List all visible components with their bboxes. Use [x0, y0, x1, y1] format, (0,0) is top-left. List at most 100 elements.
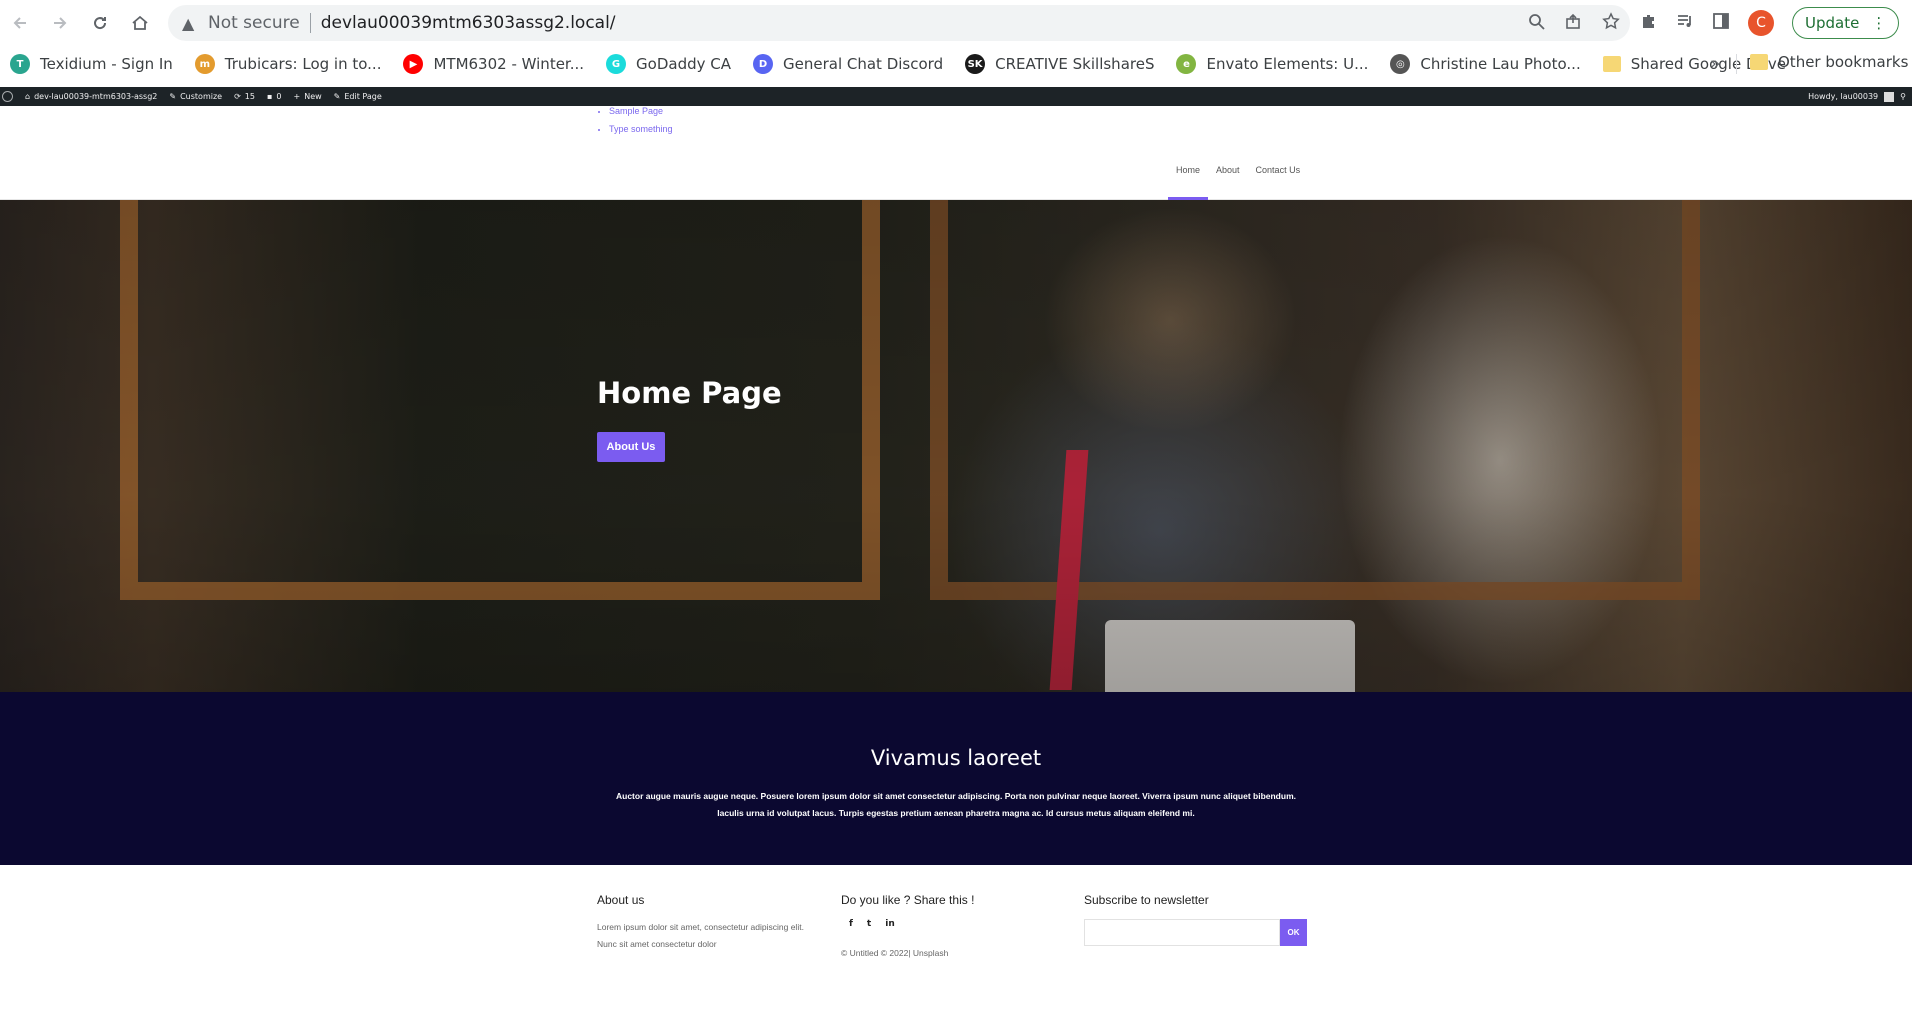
wp-logo-icon[interactable]: [2, 91, 13, 102]
url-text[interactable]: devlau00039mtm6303assg2.local/: [321, 13, 616, 33]
list-item: Sample Page: [609, 106, 673, 117]
zoom-icon[interactable]: [1528, 13, 1545, 34]
media-icon[interactable]: [1676, 12, 1694, 34]
footer-about: About us Lorem ipsum dolor sit amet, con…: [597, 893, 807, 953]
warning-icon: ▲: [182, 13, 195, 33]
twitter-icon[interactable]: t: [867, 919, 871, 929]
back-icon[interactable]: [0, 3, 40, 43]
social-links: f t in: [849, 919, 1051, 929]
bookmark-label: GoDaddy CA: [636, 55, 731, 73]
side-panel-icon[interactable]: [1712, 12, 1730, 34]
bookmark-label: Christine Lau Photo...: [1420, 55, 1581, 73]
bookmarks-overflow-icon[interactable]: »: [1710, 54, 1720, 74]
star-icon[interactable]: [1602, 12, 1620, 34]
wp-site-name: dev-lau00039-mtm6303-assg2: [34, 92, 158, 101]
envato-icon: e: [1176, 54, 1197, 74]
wp-comments-link[interactable]: ▪ 0: [267, 92, 282, 101]
omnibox-separator: [309, 13, 311, 33]
bookmark-label: Texidium - Sign In: [40, 55, 173, 73]
nav-item-home[interactable]: Home: [1168, 162, 1209, 200]
bookmarks-divider: [1736, 54, 1737, 74]
home-icon: ⌂: [25, 92, 31, 101]
bookmark-item[interactable]: ▶ MTM6302 - Winter...: [403, 54, 584, 74]
update-button[interactable]: Update ⋮: [1792, 7, 1900, 39]
bookmark-item[interactable]: ◎ Christine Lau Photo...: [1390, 54, 1581, 74]
footer-share-title: Do you like ? Share this !: [841, 893, 975, 907]
bookmark-label: Trubicars: Log in to...: [224, 55, 382, 73]
footer-about-text: Lorem ipsum dolor sit amet, consectetur …: [597, 922, 804, 949]
newsletter-title: Subscribe to newsletter: [1084, 893, 1209, 907]
bookmark-item[interactable]: T Texidium - Sign In: [10, 54, 173, 74]
folder-icon: [1602, 56, 1621, 72]
footer-about-title: About us: [597, 893, 645, 907]
bookmark-label: CREATIVE SkillshareS: [995, 55, 1155, 73]
wp-customize-label: Customize: [180, 92, 223, 101]
main-nav: Home About Contact Us: [1168, 162, 1308, 200]
wp-new-link[interactable]: + New: [294, 92, 322, 101]
wp-site-link[interactable]: ⌂ dev-lau00039-mtm6303-assg2: [25, 92, 157, 101]
toolbar-right: C Update ⋮: [1640, 0, 1900, 46]
security-label: Not secure: [208, 13, 300, 33]
other-bookmarks[interactable]: Other bookmarks: [1750, 53, 1908, 71]
bookmark-item[interactable]: e Envato Elements: U...: [1176, 54, 1368, 74]
bookmark-item[interactable]: G GoDaddy CA: [606, 54, 731, 74]
wp-account[interactable]: Howdy, lau00039 ⚲: [1808, 87, 1906, 106]
nav-item-about[interactable]: About: [1208, 162, 1248, 200]
wp-customize-link[interactable]: ✎ Customize: [169, 92, 222, 101]
wp-admin-bar: ⌂ dev-lau00039-mtm6303-assg2 ✎ Customize…: [0, 87, 1912, 106]
forward-icon[interactable]: [40, 3, 80, 43]
bookmark-item[interactable]: m Trubicars: Log in to...: [194, 54, 382, 74]
godaddy-icon: G: [606, 54, 627, 74]
nav-item-contact[interactable]: Contact Us: [1248, 162, 1309, 200]
share-icon[interactable]: [1565, 13, 1582, 34]
wp-howdy: Howdy, lau00039: [1808, 92, 1879, 101]
newsletter-form: OK: [1084, 919, 1324, 946]
hero-section: Home Page About Us: [0, 200, 1912, 692]
facebook-icon[interactable]: f: [849, 919, 853, 929]
about-us-button[interactable]: About Us: [597, 432, 665, 462]
browser-toolbar: ▲ Not secure devlau00039mtm6303assg2.loc…: [0, 0, 1912, 46]
page-link-type-something[interactable]: Type something: [609, 124, 673, 134]
list-item: Type something: [609, 124, 673, 135]
wp-updates-count: 15: [244, 92, 255, 101]
wp-comments-count: 0: [276, 92, 282, 101]
bookmarks-bar: T Texidium - Sign In m Trubicars: Log in to…: [0, 46, 1912, 82]
search-icon[interactable]: ⚲: [1900, 92, 1906, 101]
other-bookmarks-label: Other bookmarks: [1778, 53, 1909, 71]
home-icon[interactable]: [120, 3, 160, 43]
update-label: Update: [1805, 14, 1860, 32]
address-bar[interactable]: ▲ Not secure devlau00039mtm6303assg2.loc…: [168, 5, 1630, 41]
avatar: [1884, 91, 1895, 102]
bookmark-label: MTM6302 - Winter...: [433, 55, 585, 73]
footer-newsletter: Subscribe to newsletter OK: [1084, 893, 1324, 946]
linkedin-icon[interactable]: in: [885, 919, 895, 929]
bookmark-item[interactable]: D General Chat Discord: [753, 54, 943, 74]
omnibox-actions: [1528, 5, 1620, 41]
globe-icon: ◎: [1390, 54, 1411, 74]
hero-overlay: [0, 200, 1912, 692]
discord-icon: D: [753, 54, 773, 74]
band-text: Auctor augue mauris augue neque. Posuere…: [616, 791, 1296, 818]
comment-icon: ▪: [266, 92, 273, 101]
extensions-icon[interactable]: [1640, 12, 1658, 34]
folder-icon: [1750, 54, 1768, 70]
bookmark-label: General Chat Discord: [783, 55, 944, 73]
page-link-sample[interactable]: Sample Page: [609, 106, 663, 116]
band-title: Vivamus laoreet: [870, 746, 1042, 770]
newsletter-submit-button[interactable]: OK: [1280, 919, 1307, 946]
pencil-icon: ✎: [333, 92, 341, 101]
texidium-icon: T: [10, 54, 30, 74]
kebab-menu-icon: ⋮: [1871, 14, 1887, 32]
wp-edit-link[interactable]: ✎ Edit Page: [334, 92, 382, 101]
wp-updates-link[interactable]: ⟳ 15: [234, 92, 255, 101]
newsletter-email-input[interactable]: [1084, 919, 1280, 946]
copyright: © Untitled © 2022| Unsplash: [841, 948, 949, 958]
skillshare-icon: SK: [965, 54, 986, 74]
feature-band: Vivamus laoreet Auctor augue mauris augu…: [0, 692, 1912, 865]
bookmark-item[interactable]: SK CREATIVE SkillshareS: [965, 54, 1154, 74]
hero-title: Home Page: [597, 376, 782, 410]
brush-icon: ✎: [169, 92, 177, 101]
profile-avatar[interactable]: C: [1748, 10, 1774, 36]
site-footer: About us Lorem ipsum dolor sit amet, con…: [0, 865, 1912, 1036]
reload-icon[interactable]: [80, 3, 120, 43]
